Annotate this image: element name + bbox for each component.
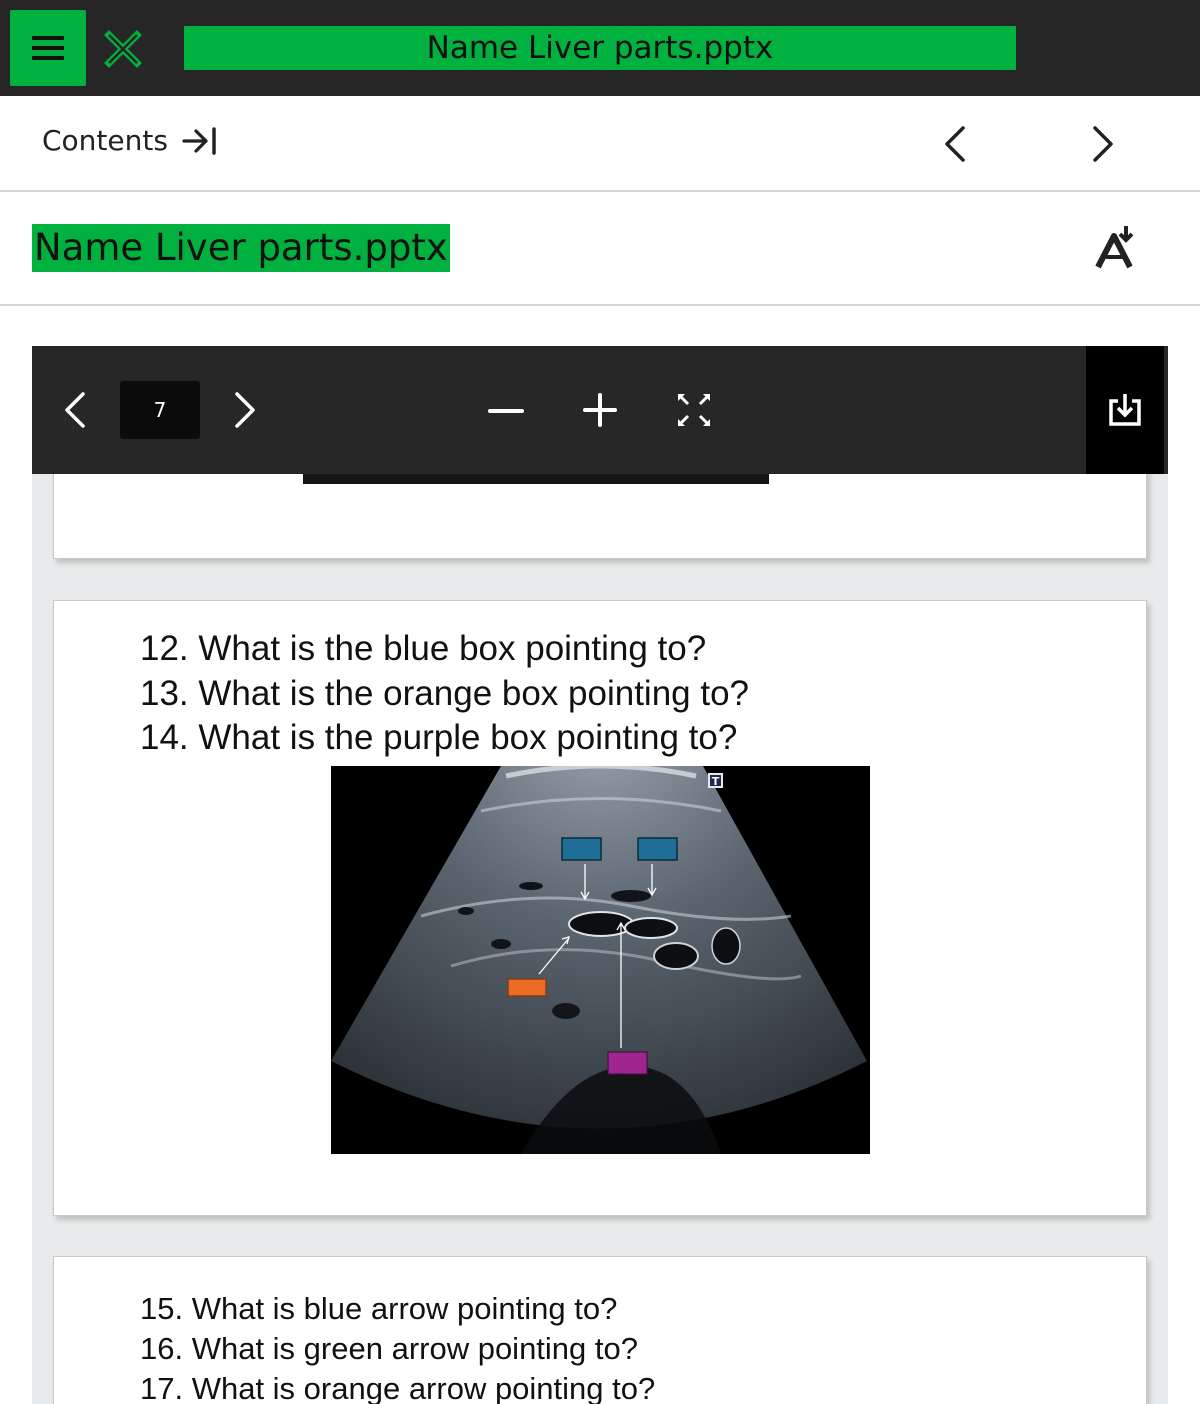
download-icon (1109, 394, 1141, 426)
font-accessibility-icon[interactable] (1092, 224, 1142, 270)
question-item: 17. What is orange arrow pointing to? (140, 1371, 656, 1404)
contents-button[interactable]: Contents (42, 124, 218, 157)
orange-box (507, 978, 547, 997)
top-app-bar: Name Liver parts.pptx (0, 0, 1200, 96)
document-title: Name Liver parts.pptx (32, 224, 450, 272)
menu-button[interactable] (10, 10, 86, 86)
question-list: 15. What is blue arrow pointing to? 16. … (140, 1289, 655, 1404)
page-number-input[interactable]: 7 (120, 381, 200, 439)
image-marker: T (708, 773, 723, 788)
previous-page-button[interactable] (56, 390, 96, 430)
next-page-button[interactable] (224, 390, 264, 430)
previous-section-button[interactable] (934, 122, 978, 166)
blue-box-right (637, 837, 678, 861)
arrow-to-end-icon (182, 126, 216, 155)
purple-box (607, 1051, 648, 1075)
next-section-button[interactable] (1080, 122, 1124, 166)
viewer-toolbar: 7 (32, 346, 1168, 474)
ultrasound-image: T (331, 766, 870, 1154)
zoom-out-button[interactable] (486, 390, 526, 430)
question-item: 13. What is the orange box pointing to? (140, 673, 750, 713)
question-item: 16. What is green arrow pointing to? (140, 1331, 638, 1366)
fit-to-page-icon[interactable] (674, 390, 714, 430)
zoom-in-button[interactable] (580, 390, 620, 430)
slide-next: 15. What is blue arrow pointing to? 16. … (53, 1256, 1147, 1404)
contents-bar: Contents (0, 96, 1200, 192)
contents-label: Contents (42, 124, 168, 157)
slide-current: 12. What is the blue box pointing to? 13… (53, 600, 1147, 1216)
blue-box-left (561, 837, 602, 861)
document-header: Name Liver parts.pptx (0, 192, 1200, 306)
question-item: 12. What is the blue box pointing to? (140, 629, 707, 668)
svg-text:T: T (712, 775, 720, 788)
app-title: Name Liver parts.pptx (184, 26, 1016, 70)
hamburger-menu-icon (32, 36, 64, 60)
download-button[interactable] (1086, 346, 1164, 474)
document-viewer[interactable]: 7 12. What is the blue box pointing to? … (32, 346, 1168, 1404)
close-x-icon[interactable] (100, 26, 146, 72)
question-item: 14. What is the purple box pointing to? (140, 718, 738, 757)
question-list: 12. What is the blue box pointing to? 13… (140, 627, 749, 761)
question-item: 15. What is blue arrow pointing to? (140, 1291, 618, 1326)
